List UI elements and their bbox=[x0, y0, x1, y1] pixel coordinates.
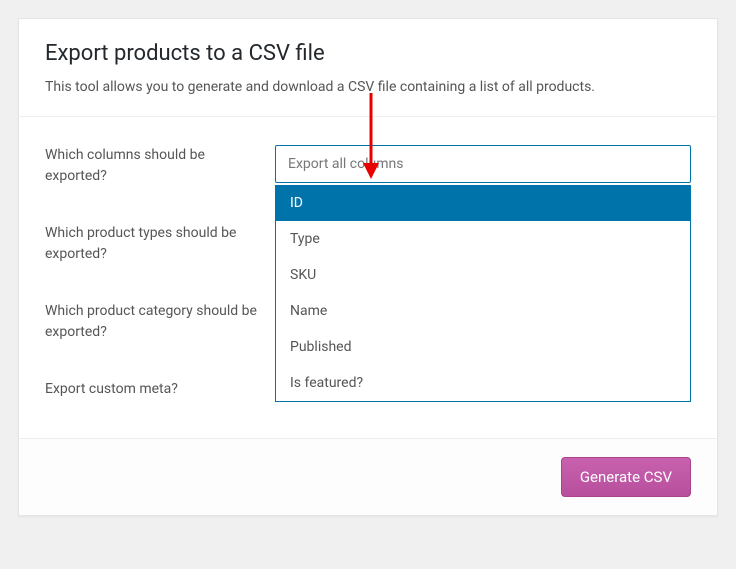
label-product-types: Which product types should be exported? bbox=[45, 223, 275, 265]
page-title: Export products to a CSV file bbox=[45, 41, 691, 66]
dropdown-option-featured[interactable]: Is featured? bbox=[276, 365, 690, 401]
field-columns: Export all columns ID Type SKU Name Publ… bbox=[275, 145, 691, 183]
columns-select[interactable]: Export all columns bbox=[275, 145, 691, 183]
panel-footer: Generate CSV bbox=[19, 438, 717, 515]
label-custom-meta: Export custom meta? bbox=[45, 379, 275, 400]
dropdown-option-type[interactable]: Type bbox=[276, 221, 690, 257]
export-panel: Export products to a CSV file This tool … bbox=[18, 18, 718, 516]
page-description: This tool allows you to generate and dow… bbox=[45, 78, 691, 98]
columns-dropdown: ID Type SKU Name Published Is featured? bbox=[275, 185, 691, 402]
dropdown-option-published[interactable]: Published bbox=[276, 329, 690, 365]
dropdown-option-sku[interactable]: SKU bbox=[276, 257, 690, 293]
form-area: Which columns should be exported? Export… bbox=[19, 117, 717, 438]
row-columns: Which columns should be exported? Export… bbox=[45, 127, 691, 205]
dropdown-option-name[interactable]: Name bbox=[276, 293, 690, 329]
label-columns: Which columns should be exported? bbox=[45, 145, 275, 187]
dropdown-option-id[interactable]: ID bbox=[276, 185, 690, 221]
panel-header: Export products to a CSV file This tool … bbox=[19, 19, 717, 116]
label-category: Which product category should be exporte… bbox=[45, 301, 275, 343]
generate-csv-button[interactable]: Generate CSV bbox=[561, 457, 691, 497]
